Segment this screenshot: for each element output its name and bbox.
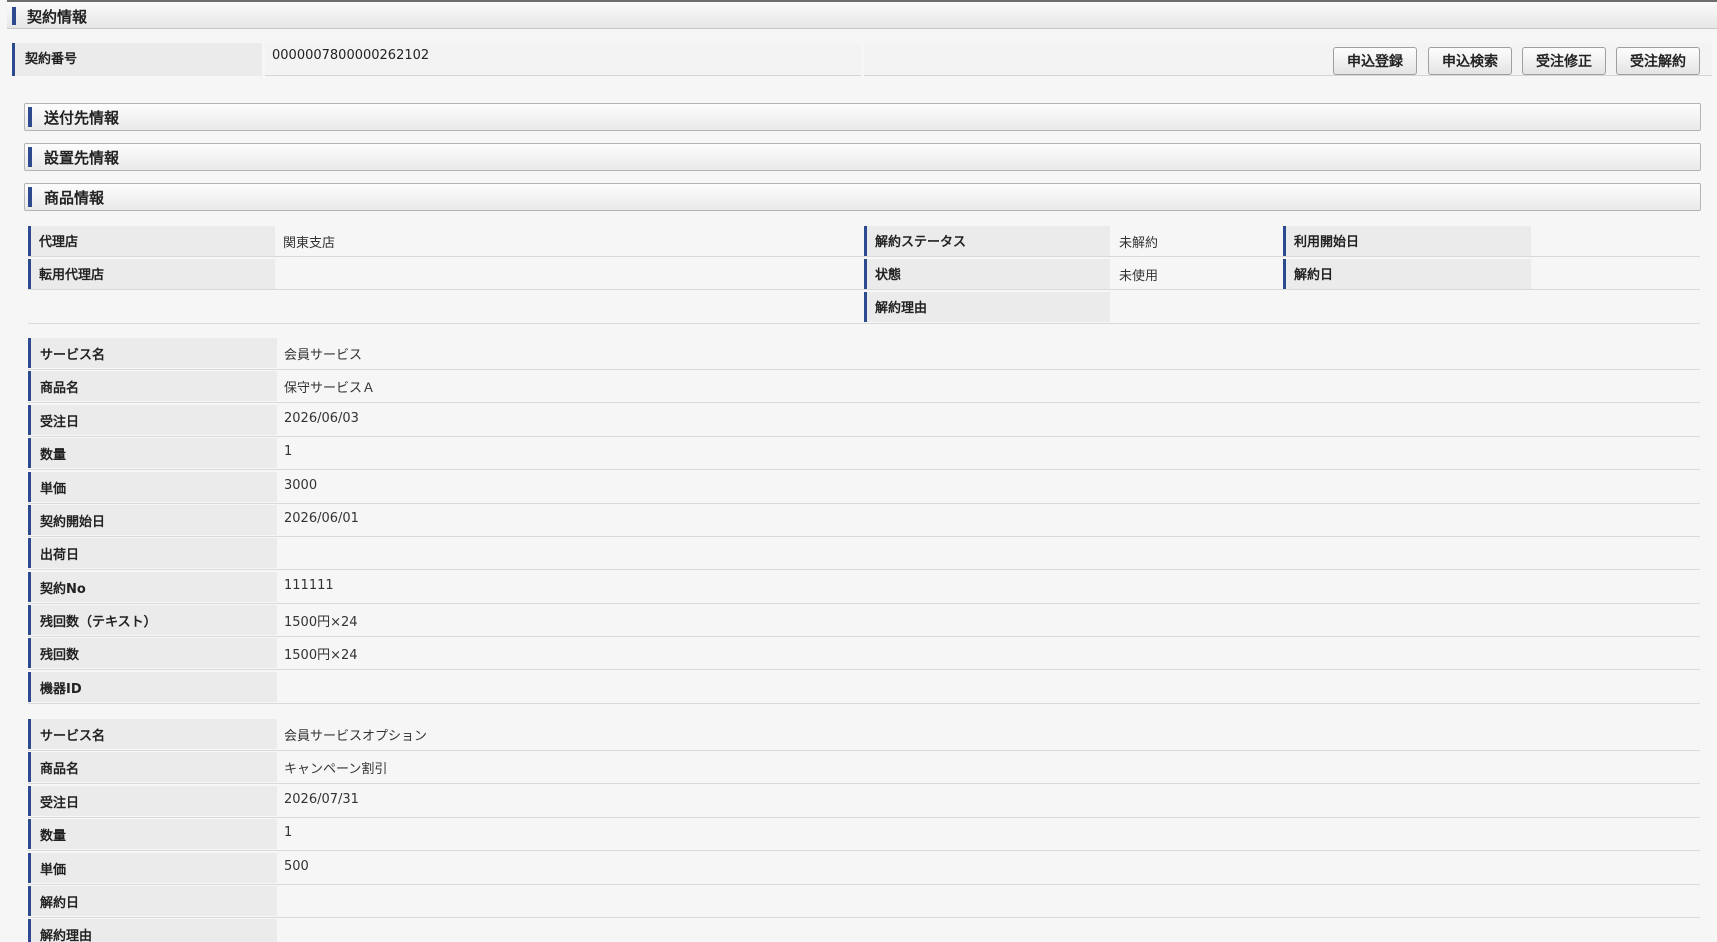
item-value: 1500円×24 — [284, 615, 358, 630]
item-value: 1 — [284, 825, 293, 840]
list-item: 商品名 保守サービスＡ — [28, 370, 1700, 403]
item-label: 受注日 — [28, 786, 277, 816]
cancel-reason-value — [1112, 292, 1700, 322]
item-value: 111111 — [284, 578, 334, 593]
item-value: 1 — [284, 444, 293, 459]
item-value: 2026/07/31 — [284, 792, 359, 807]
row-divider — [28, 323, 1700, 324]
item-label: 商品名 — [28, 371, 277, 401]
contract-info-header: 契約情報 — [7, 0, 1717, 29]
item-label: 契約開始日 — [28, 505, 277, 535]
cancel-date-label: 解約日 — [1283, 259, 1531, 289]
item-value: 会員サービスオプション — [284, 729, 428, 744]
list-item: 契約No 111111 — [28, 571, 1700, 604]
list-item: 残回数（テキスト） 1500円×24 — [28, 604, 1700, 637]
section-accent-bar — [28, 187, 32, 207]
list-item: 受注日 2026/07/31 — [28, 785, 1700, 818]
item-label: 機器ID — [28, 672, 277, 702]
agency-label: 代理店 — [28, 226, 275, 256]
section-shipping-info[interactable]: 送付先情報 — [24, 103, 1701, 131]
contract-number-value: 0000007800000262102 — [265, 43, 861, 76]
row-divider — [28, 256, 1700, 257]
list-item: 数量 1 — [28, 437, 1700, 470]
item-label: 残回数 — [28, 638, 277, 668]
item-label: サービス名 — [28, 719, 277, 749]
agency-value: 関東支店 — [283, 236, 336, 251]
list-item: 機器ID — [28, 671, 1700, 704]
section-accent-bar — [28, 107, 32, 127]
section-title-installation: 設置先情報 — [44, 149, 120, 167]
item-label: 契約No — [28, 572, 277, 602]
list-item: 残回数 1500円×24 — [28, 637, 1700, 670]
item-label: 数量 — [28, 819, 277, 849]
transfer-agency-value — [276, 259, 860, 289]
cancel-status-value: 未解約 — [1119, 236, 1159, 251]
order-edit-button[interactable]: 受注修正 — [1522, 47, 1606, 75]
page: 契約情報 契約番号 0000007800000262102 申込登録 申込検索 … — [0, 0, 1717, 942]
contract-number-label: 契約番号 — [12, 43, 262, 76]
item-value: 500 — [284, 859, 309, 874]
list-item: 単価 3000 — [28, 471, 1700, 504]
item-value: 1500円×24 — [284, 648, 358, 663]
page-title: 契約情報 — [27, 8, 88, 26]
item-value: 2026/06/03 — [284, 411, 359, 426]
item-label: 単価 — [28, 472, 277, 502]
item-label: 商品名 — [28, 752, 277, 782]
list-item: 解約理由 — [28, 918, 1700, 942]
application-register-button[interactable]: 申込登録 — [1333, 47, 1417, 75]
list-item: 数量 1 — [28, 818, 1700, 851]
item-label: 解約日 — [28, 886, 277, 916]
application-search-button[interactable]: 申込検索 — [1428, 47, 1512, 75]
item-label: 出荷日 — [28, 538, 277, 568]
list-item: 出荷日 — [28, 537, 1700, 570]
list-item: 契約開始日 2026/06/01 — [28, 504, 1700, 537]
item-value: キャンペーン割引 — [284, 762, 388, 777]
list-item: サービス名 会員サービスオプション — [28, 718, 1700, 751]
list-item: サービス名 会員サービス — [28, 337, 1700, 370]
item-value: 2026/06/01 — [284, 511, 359, 526]
cancel-date-value — [1532, 259, 1700, 289]
state-value: 未使用 — [1119, 269, 1159, 284]
use-start-date-label: 利用開始日 — [1283, 226, 1531, 256]
section-accent-bar — [28, 147, 32, 167]
transfer-agency-label: 転用代理店 — [28, 259, 275, 289]
section-title-product: 商品情報 — [44, 189, 105, 207]
item-label: 残回数（テキスト） — [28, 605, 277, 635]
item-label: 数量 — [28, 438, 277, 468]
list-item: 商品名 キャンペーン割引 — [28, 751, 1700, 784]
section-installation-info[interactable]: 設置先情報 — [24, 143, 1701, 171]
list-item: 単価 500 — [28, 852, 1700, 885]
list-item: 解約日 — [28, 885, 1700, 918]
list-item: 受注日 2026/06/03 — [28, 404, 1700, 437]
item-label: 単価 — [28, 853, 277, 883]
header-accent-bar — [12, 7, 16, 25]
order-cancel-button[interactable]: 受注解約 — [1616, 47, 1700, 75]
item-label: 受注日 — [28, 405, 277, 435]
item-label: 解約理由 — [28, 919, 277, 942]
use-start-date-value — [1532, 226, 1700, 256]
item-value: 保守サービスＡ — [284, 381, 376, 396]
item-label: サービス名 — [28, 338, 277, 368]
cancel-reason-label: 解約理由 — [864, 292, 1110, 322]
state-label: 状態 — [864, 259, 1110, 289]
item-value: 3000 — [284, 478, 318, 493]
cancel-status-label: 解約ステータス — [864, 226, 1110, 256]
item-value: 会員サービス — [284, 348, 363, 363]
section-product-info[interactable]: 商品情報 — [24, 183, 1701, 211]
section-title-shipping: 送付先情報 — [44, 109, 120, 127]
row-divider — [28, 289, 1700, 290]
